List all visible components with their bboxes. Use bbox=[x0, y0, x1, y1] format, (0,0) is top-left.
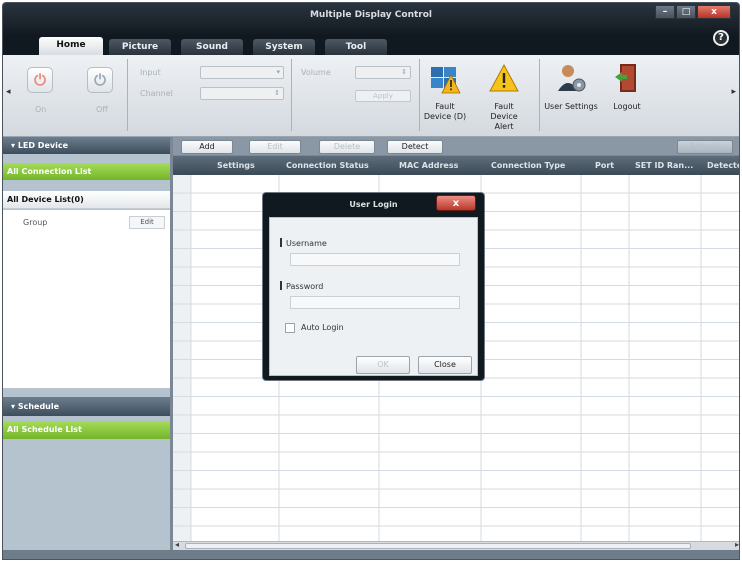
ribbon-separator bbox=[291, 59, 292, 131]
dialog-body: Username Password Auto Login OK Close bbox=[269, 217, 478, 376]
column-header[interactable]: Connection Type bbox=[491, 156, 565, 175]
scroll-thumb[interactable] bbox=[185, 543, 691, 549]
logout-label: Logout bbox=[613, 102, 641, 111]
channel-label: Channel bbox=[140, 89, 173, 98]
refresh-button[interactable]: Refresh bbox=[677, 140, 733, 154]
password-label: Password bbox=[280, 281, 323, 291]
fault-device-d-button[interactable]: Fault Device (D) bbox=[423, 61, 467, 122]
column-header[interactable]: Port bbox=[595, 156, 614, 175]
schedule-section[interactable]: ▾ Schedule bbox=[3, 397, 170, 416]
ribbon-separator bbox=[127, 59, 128, 131]
tab-tool[interactable]: Tool bbox=[325, 39, 387, 55]
ribbon: ◂ ▸ ⏻ On ⏻ Off Input ▾ Channel ⇕ Volume … bbox=[3, 55, 739, 137]
column-header[interactable]: SET ID Ran... bbox=[635, 156, 693, 175]
ribbon-separator bbox=[539, 59, 540, 131]
user-login-dialog: User Login x Username Password Auto Logi… bbox=[262, 192, 485, 381]
all-device-list-header[interactable]: All Device List(0) bbox=[3, 191, 170, 209]
minimize-button[interactable]: – bbox=[655, 5, 675, 19]
user-settings-button[interactable]: User Settings bbox=[543, 61, 599, 112]
grid-header: Settings Connection Status MAC Address C… bbox=[173, 156, 739, 175]
power-off-icon[interactable]: ⏻ bbox=[87, 67, 113, 93]
tab-system[interactable]: System bbox=[253, 39, 315, 55]
close-button[interactable]: Close bbox=[418, 356, 472, 374]
device-list-box: Group Edit bbox=[3, 210, 170, 388]
title-bar: Multiple Display Control – □ x bbox=[3, 3, 739, 35]
help-icon[interactable]: ? bbox=[713, 30, 729, 46]
logout-door-icon bbox=[615, 64, 636, 92]
fault-device-d-label: Fault Device (D) bbox=[423, 102, 467, 121]
column-header[interactable]: Settings bbox=[217, 156, 255, 175]
window-title: Multiple Display Control bbox=[309, 10, 433, 20]
detect-button[interactable]: Detect bbox=[387, 140, 443, 154]
input-label: Input bbox=[140, 68, 161, 77]
horizontal-scrollbar[interactable]: ◂ ▸ bbox=[173, 540, 739, 550]
username-field[interactable] bbox=[290, 253, 460, 266]
dialog-close-icon[interactable]: x bbox=[436, 195, 476, 211]
delete-button[interactable]: Delete bbox=[319, 140, 375, 154]
led-device-label: LED Device bbox=[17, 141, 68, 150]
ribbon-left-arrow-icon[interactable]: ◂ bbox=[6, 87, 11, 97]
input-select[interactable]: ▾ bbox=[200, 66, 284, 79]
left-panel: ▾ LED Device All Connection List All Dev… bbox=[3, 137, 170, 550]
auto-login-label: Auto Login bbox=[301, 323, 344, 332]
user-settings-label: User Settings bbox=[544, 102, 598, 111]
status-bar bbox=[3, 550, 739, 559]
led-device-section[interactable]: ▾ LED Device bbox=[3, 137, 170, 154]
volume-stepper[interactable]: ⇕ bbox=[355, 66, 411, 79]
power-on-label: On bbox=[35, 105, 47, 114]
add-button[interactable]: Add bbox=[181, 140, 233, 154]
fault-device-alert-button[interactable]: Fault Device Alert bbox=[481, 61, 527, 132]
ribbon-right-arrow-icon[interactable]: ▸ bbox=[731, 87, 736, 97]
close-window-button[interactable]: x bbox=[697, 5, 731, 19]
column-header[interactable]: Connection Status bbox=[286, 156, 369, 175]
window-controls: – □ x bbox=[655, 5, 731, 19]
user-settings-icon bbox=[558, 65, 586, 92]
scroll-left-icon[interactable]: ◂ bbox=[175, 540, 179, 549]
apply-button[interactable]: Apply bbox=[355, 90, 411, 102]
fault-device-alert-label: Fault Device Alert bbox=[490, 102, 518, 131]
all-schedule-list[interactable]: All Schedule List bbox=[3, 421, 170, 439]
all-connection-list[interactable]: All Connection List bbox=[3, 163, 170, 180]
auto-login-checkbox[interactable] bbox=[285, 323, 295, 333]
logout-button[interactable]: Logout bbox=[607, 61, 647, 112]
tab-sound[interactable]: Sound bbox=[181, 39, 243, 55]
column-header[interactable]: MAC Address bbox=[399, 156, 458, 175]
channel-stepper[interactable]: ⇕ bbox=[200, 87, 284, 100]
column-header[interactable]: Detected bbox=[707, 156, 739, 175]
ribbon-separator bbox=[419, 59, 420, 131]
edit-button[interactable]: Edit bbox=[249, 140, 301, 154]
username-label: Username bbox=[280, 238, 327, 248]
maximize-button[interactable]: □ bbox=[676, 5, 696, 19]
power-off-label: Off bbox=[96, 105, 108, 114]
volume-label: Volume bbox=[301, 68, 331, 77]
schedule-label: Schedule bbox=[17, 402, 60, 411]
password-field[interactable] bbox=[290, 296, 460, 309]
scroll-right-icon[interactable]: ▸ bbox=[735, 540, 739, 549]
warning-icon bbox=[489, 63, 519, 92]
group-edit-button[interactable]: Edit bbox=[129, 216, 165, 229]
fault-device-icon bbox=[431, 67, 461, 94]
tab-home[interactable]: Home bbox=[39, 37, 103, 55]
ok-button[interactable]: OK bbox=[356, 356, 410, 374]
tab-picture[interactable]: Picture bbox=[109, 39, 171, 55]
power-on-icon[interactable]: ⏻ bbox=[27, 67, 53, 93]
device-toolbar: Add Edit Delete Detect Refresh bbox=[173, 137, 739, 155]
group-label: Group bbox=[23, 218, 48, 227]
